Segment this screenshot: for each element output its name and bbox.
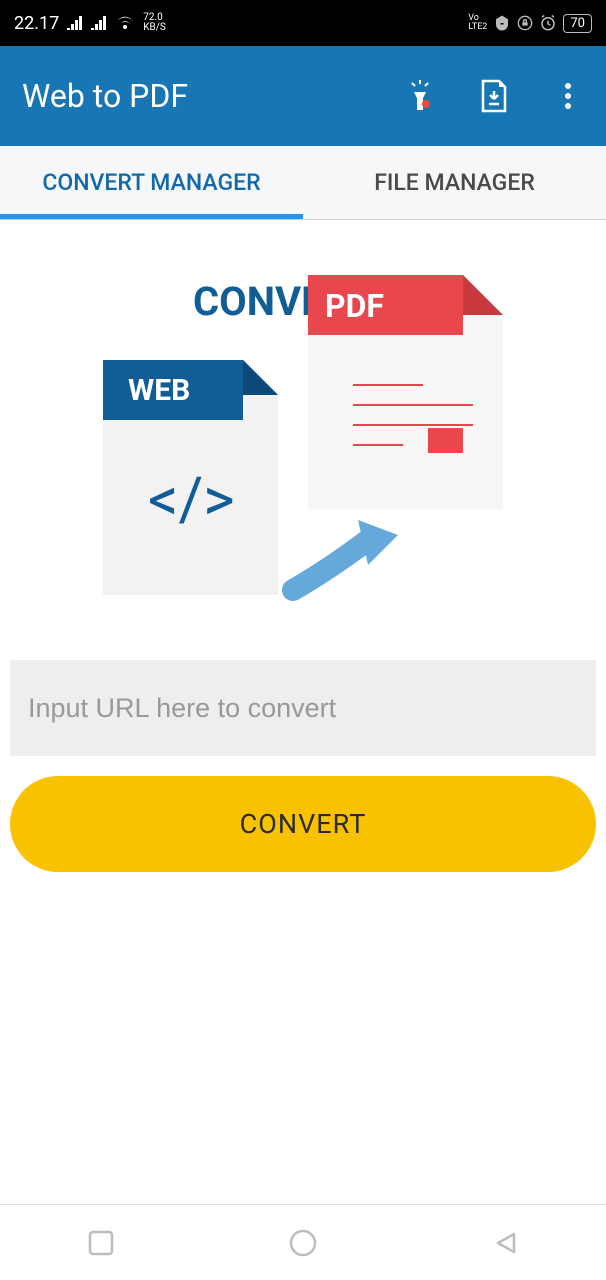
nav-recent-button[interactable]	[83, 1225, 119, 1261]
status-time: 22.17	[14, 13, 59, 34]
convert-button[interactable]: CONVERT	[10, 776, 596, 872]
download-file-button[interactable]	[478, 80, 510, 112]
network-speed: 72.0 KB/S	[143, 13, 166, 33]
signal-icon-2	[91, 16, 107, 30]
hero-illustration: CONVERT WEB </> PDF	[0, 220, 606, 640]
square-icon	[88, 1230, 114, 1256]
nav-back-button[interactable]	[487, 1225, 523, 1261]
tab-file-manager[interactable]: FILE MANAGER	[303, 146, 606, 219]
system-nav-bar	[0, 1204, 606, 1280]
web-file-icon: WEB </>	[103, 360, 278, 595]
svg-text:</>: </>	[148, 464, 235, 535]
tab-bar: CONVERT MANAGER FILE MANAGER	[0, 146, 606, 220]
flashlight-icon	[406, 78, 434, 114]
more-vert-icon	[564, 82, 572, 110]
menu-button[interactable]	[552, 80, 584, 112]
file-download-icon	[480, 79, 508, 113]
nav-home-button[interactable]	[285, 1225, 321, 1261]
status-bar: 22.17 72.0 KB/S Vo LTE2 70	[0, 0, 606, 46]
app-bar: Web to PDF	[0, 46, 606, 146]
svg-text:PDF: PDF	[325, 287, 384, 325]
arrow-icon	[293, 520, 398, 590]
battery-indicator: 70	[563, 14, 592, 33]
pdf-file-icon: PDF	[308, 275, 503, 510]
circle-icon	[288, 1228, 318, 1258]
triangle-back-icon	[492, 1230, 518, 1256]
lock-icon	[517, 15, 533, 31]
app-title: Web to PDF	[22, 77, 404, 115]
wifi-icon	[115, 15, 135, 31]
vibrate-icon	[493, 14, 511, 32]
flashlight-button[interactable]	[404, 80, 436, 112]
alarm-icon	[539, 14, 557, 32]
url-input[interactable]	[10, 660, 596, 756]
svg-text:WEB: WEB	[128, 373, 190, 408]
tab-convert-manager[interactable]: CONVERT MANAGER	[0, 146, 303, 219]
volte-icon: Vo LTE2	[468, 14, 487, 32]
signal-icon	[67, 16, 83, 30]
